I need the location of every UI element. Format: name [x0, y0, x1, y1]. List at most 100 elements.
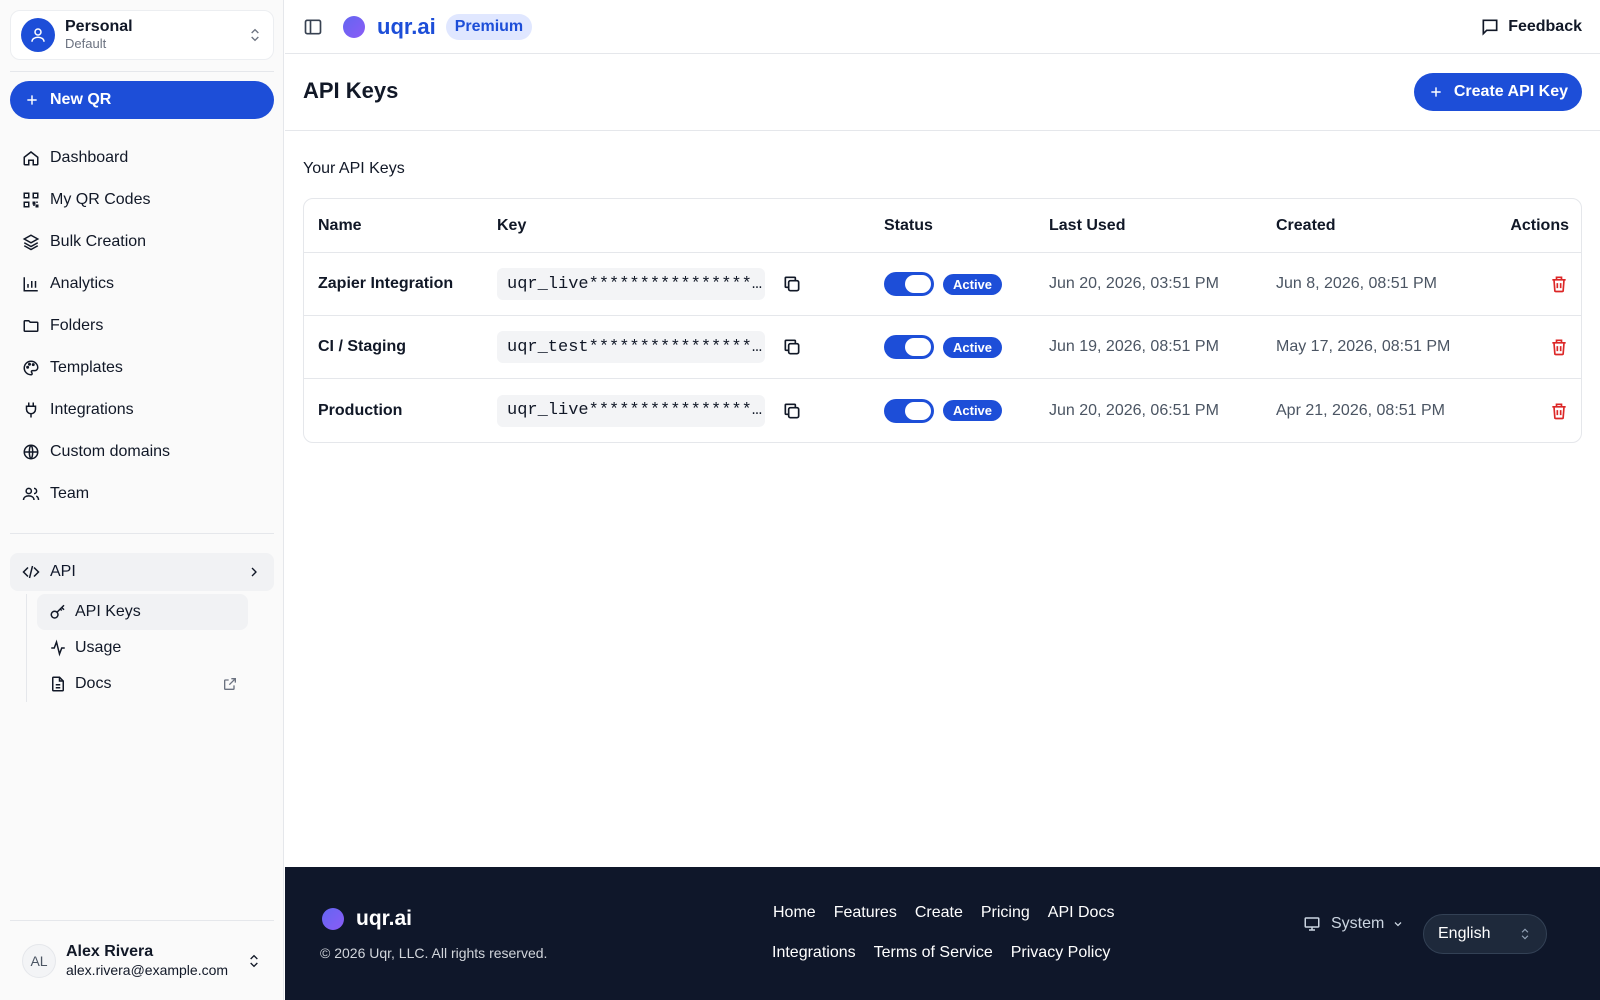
api-submenu: API Keys Usage Docs	[26, 594, 248, 702]
footer-brand[interactable]: uqr.ai	[322, 907, 412, 931]
sidebar-item-label: Analytics	[50, 275, 115, 292]
copy-icon[interactable]	[782, 316, 802, 378]
key-name: Zapier Integration	[318, 275, 454, 292]
plus-icon	[1428, 84, 1444, 100]
footer-link-features[interactable]: Features	[834, 904, 897, 922]
trash-icon[interactable]	[1549, 379, 1569, 442]
message-square-icon	[1480, 17, 1500, 37]
user-menu[interactable]: AL Alex Rivera alex.rivera@example.com	[10, 936, 274, 986]
footer-link-integrations[interactable]: Integrations	[772, 944, 856, 962]
sidebar-item-integrations[interactable]: Integrations	[10, 389, 274, 431]
chevrons-up-down-icon	[246, 953, 262, 969]
sidebar-item-label: Team	[50, 485, 90, 502]
copy-icon[interactable]	[782, 253, 802, 315]
chevron-down-icon	[1392, 918, 1404, 930]
sidebar-item-label: Custom domains	[50, 443, 171, 460]
divider	[10, 920, 274, 921]
avatar: AL	[22, 944, 56, 978]
sidebar-item-label: Dashboard	[50, 149, 129, 166]
sidebar-item-templates[interactable]: Templates	[10, 347, 274, 389]
footer-link-create[interactable]: Create	[915, 904, 963, 922]
sidebar-item-docs[interactable]: Docs	[37, 666, 248, 702]
last-used: Jun 20, 2026, 03:51 PM	[1049, 275, 1219, 292]
footer-link-terms[interactable]: Terms of Service	[874, 944, 993, 962]
create-api-key-button[interactable]: Create API Key	[1413, 73, 1582, 111]
user-email: alex.rivera@example.com	[66, 962, 229, 978]
sidebar-item-label: Bulk Creation	[50, 233, 147, 250]
language-label: English	[1438, 925, 1491, 942]
sidebar-item-my-qr-codes[interactable]: My QR Codes	[10, 179, 274, 221]
column-header-created: Created	[1276, 216, 1336, 234]
table-header-row: Name Key Status Last Used Created Action…	[304, 199, 1581, 253]
user-icon	[21, 18, 55, 52]
status-badge: Active	[943, 336, 1003, 358]
sidebar-item-dashboard[interactable]: Dashboard	[10, 137, 274, 179]
api-key-value[interactable]: uqr_live****************…	[497, 268, 765, 300]
footer-links-primary: Home Features Create Pricing API Docs	[773, 904, 1114, 922]
table-row: Production uqr_live****************… Act…	[304, 379, 1581, 442]
trash-icon[interactable]	[1549, 316, 1569, 378]
api-key-value[interactable]: uqr_test****************…	[497, 331, 765, 363]
sidebar-item-usage[interactable]: Usage	[37, 630, 248, 666]
column-header-name: Name	[318, 216, 362, 234]
feedback-button[interactable]: Feedback	[1480, 17, 1582, 37]
status-toggle[interactable]	[884, 272, 934, 296]
new-qr-button[interactable]: New QR	[10, 81, 274, 119]
footer-link-api-docs[interactable]: API Docs	[1048, 904, 1115, 922]
copy-icon[interactable]	[782, 379, 802, 442]
sidebar-item-label: API Keys	[75, 603, 141, 620]
footer-link-pricing[interactable]: Pricing	[981, 904, 1030, 922]
palette-icon	[22, 359, 40, 377]
sidebar-item-label: Folders	[50, 317, 104, 334]
sidebar-item-label: Usage	[75, 639, 122, 656]
created-date: Jun 8, 2026, 08:51 PM	[1276, 275, 1437, 292]
sidebar-item-folders[interactable]: Folders	[10, 305, 274, 347]
key-name: Production	[318, 401, 403, 419]
workspace-switcher[interactable]: Personal Default	[10, 10, 274, 60]
sidebar-item-team[interactable]: Team	[10, 473, 274, 515]
chevron-right-icon	[246, 564, 262, 580]
last-used: Jun 20, 2026, 06:51 PM	[1049, 401, 1219, 419]
divider	[10, 533, 274, 534]
footer-link-privacy[interactable]: Privacy Policy	[1011, 944, 1111, 962]
column-header-status: Status	[884, 216, 933, 234]
language-select[interactable]: English	[1423, 914, 1547, 954]
page-header: API Keys Create API Key	[285, 54, 1600, 131]
plan-badge: Premium	[445, 13, 533, 40]
chevrons-up-down-icon	[247, 27, 263, 43]
sidebar-item-label: Integrations	[50, 401, 134, 418]
sidebar-item-label: Docs	[75, 675, 112, 692]
sidebar-nav: Dashboard My QR Codes Bulk Creation Anal…	[10, 137, 274, 515]
theme-select[interactable]: System	[1303, 915, 1404, 933]
trash-icon[interactable]	[1549, 253, 1569, 315]
qr-code-icon	[22, 191, 40, 209]
sidebar-item-analytics[interactable]: Analytics	[10, 263, 274, 305]
plus-icon	[24, 92, 40, 108]
bar-chart-icon	[22, 275, 40, 293]
table-row: Zapier Integration uqr_live*************…	[304, 253, 1581, 316]
sidebar-item-api-keys[interactable]: API Keys	[37, 594, 248, 630]
last-used: Jun 19, 2026, 08:51 PM	[1049, 338, 1219, 355]
status-toggle[interactable]	[884, 335, 934, 359]
globe-icon	[22, 443, 40, 461]
api-key-value[interactable]: uqr_live****************…	[497, 394, 765, 427]
status-toggle[interactable]	[884, 398, 934, 423]
top-bar: uqr.ai Premium Feedback	[285, 0, 1600, 54]
status-badge: Active	[943, 400, 1003, 421]
footer-link-home[interactable]: Home	[773, 904, 816, 922]
create-api-key-label: Create API Key	[1453, 83, 1568, 100]
sidebar-item-bulk-creation[interactable]: Bulk Creation	[10, 221, 274, 263]
footer-links-secondary: Integrations Terms of Service Privacy Po…	[772, 944, 1110, 962]
external-link-icon	[222, 676, 238, 692]
footer-brand-name: uqr.ai	[356, 907, 413, 930]
new-qr-label: New QR	[50, 91, 112, 108]
sidebar-item-custom-domains[interactable]: Custom domains	[10, 431, 274, 473]
column-header-key: Key	[497, 216, 527, 234]
folder-icon	[22, 317, 40, 335]
code-icon	[22, 563, 40, 581]
sidebar-group-api[interactable]: API	[10, 553, 274, 591]
workspace-name: Personal	[65, 18, 133, 35]
table-row: CI / Staging uqr_test****************… A…	[304, 316, 1581, 379]
brand-name[interactable]: uqr.ai	[377, 14, 436, 40]
sidebar-toggle-icon[interactable]	[303, 17, 323, 37]
